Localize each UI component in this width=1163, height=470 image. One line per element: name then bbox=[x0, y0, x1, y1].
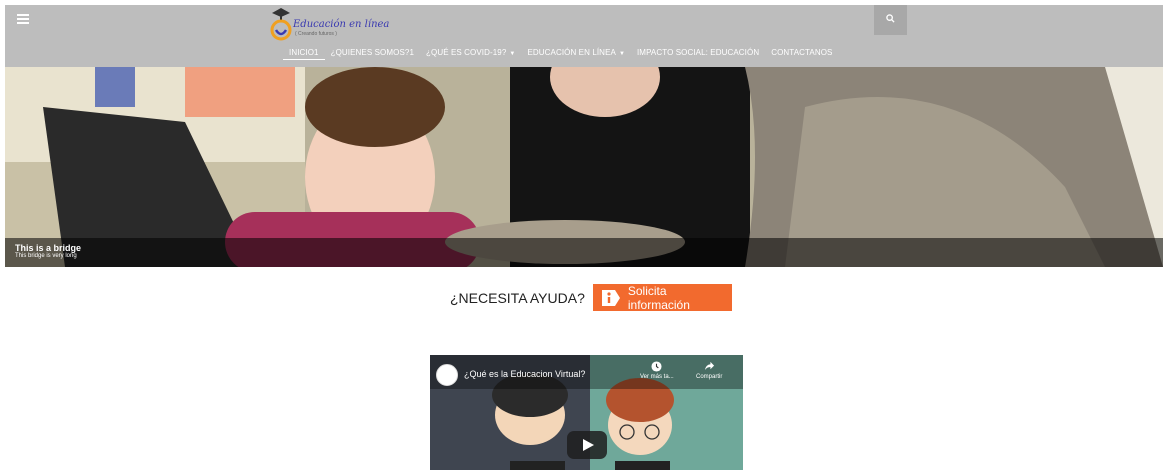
play-button[interactable] bbox=[567, 431, 607, 459]
request-info-label: Solicita información bbox=[627, 283, 690, 312]
request-info-button[interactable]: Solicita información bbox=[592, 283, 732, 312]
menu-item-label: EDUCACIÓN EN LÍNEA bbox=[527, 48, 616, 57]
caret-down-icon: ▼ bbox=[509, 51, 516, 57]
logo-text: Educación en línea bbox=[293, 19, 390, 30]
menu-item-contactanos[interactable]: CONTACTANOS bbox=[765, 46, 838, 60]
watch-later-button[interactable]: Ver más ta... bbox=[640, 361, 674, 380]
embedded-video[interactable]: ¿Qué es la Educacion Virtual? Ver más ta… bbox=[430, 355, 743, 470]
search-button[interactable] bbox=[874, 5, 907, 35]
menu-item-label: ¿QUIENES SOMOS?1 bbox=[330, 48, 415, 57]
menu-item-label: ¿QUÉ ES COVID-19? bbox=[426, 48, 507, 57]
menu-item-impacto-social[interactable]: IMPACTO SOCIAL: EDUCACIÓN bbox=[631, 46, 765, 60]
share-label: Compartir bbox=[696, 374, 723, 380]
menu-item-quienes-somos[interactable]: ¿QUIENES SOMOS?1 bbox=[325, 46, 420, 60]
site-logo[interactable]: Educación en línea ( Creando futuros ) bbox=[268, 5, 389, 45]
watch-later-label: Ver más ta... bbox=[640, 374, 674, 380]
page: Educación en línea ( Creando futuros ) I… bbox=[0, 0, 1163, 470]
hero-slider[interactable]: This is a bridge This bridge is very lon… bbox=[5, 67, 1163, 267]
logo-subtitle: ( Creando futuros ) bbox=[295, 31, 337, 37]
caption-title: This is a bridge bbox=[15, 243, 82, 253]
share-button[interactable]: Compartir bbox=[696, 361, 722, 380]
menu-item-label: INICIO1 bbox=[289, 48, 319, 57]
caption-subtitle: This bridge is very long bbox=[15, 253, 77, 259]
menu-item-covid[interactable]: ¿QUÉ ES COVID-19? ▼ bbox=[420, 46, 521, 60]
menu-item-educacion-en-linea[interactable]: EDUCACIÓN EN LÍNEA ▼ bbox=[521, 46, 631, 60]
clock-icon bbox=[651, 361, 662, 372]
menu-item-inicio[interactable]: INICIO1 bbox=[283, 46, 325, 60]
hero-photo bbox=[5, 67, 1163, 267]
menu-item-label: CONTACTANOS bbox=[771, 48, 833, 57]
slide-caption: This is a bridge This bridge is very lon… bbox=[5, 238, 1163, 267]
caret-down-icon: ▼ bbox=[618, 51, 625, 57]
help-row: ¿NECESITA AYUDA? Solicita información bbox=[450, 283, 732, 312]
share-icon bbox=[704, 361, 714, 371]
info-tag-icon bbox=[601, 289, 620, 306]
graduate-logo-icon bbox=[270, 8, 292, 41]
main-menu: INICIO1 ¿QUIENES SOMOS?1 ¿QUÉ ES COVID-1… bbox=[283, 46, 838, 60]
channel-avatar[interactable] bbox=[436, 364, 458, 386]
search-icon bbox=[886, 14, 895, 23]
help-label: ¿NECESITA AYUDA? bbox=[450, 289, 585, 306]
hamburger-menu-icon[interactable] bbox=[17, 14, 29, 24]
menu-item-label: IMPACTO SOCIAL: EDUCACIÓN bbox=[636, 48, 760, 57]
video-title[interactable]: ¿Qué es la Educacion Virtual? bbox=[464, 369, 585, 379]
top-navbar: Educación en línea ( Creando futuros ) I… bbox=[5, 5, 1163, 67]
